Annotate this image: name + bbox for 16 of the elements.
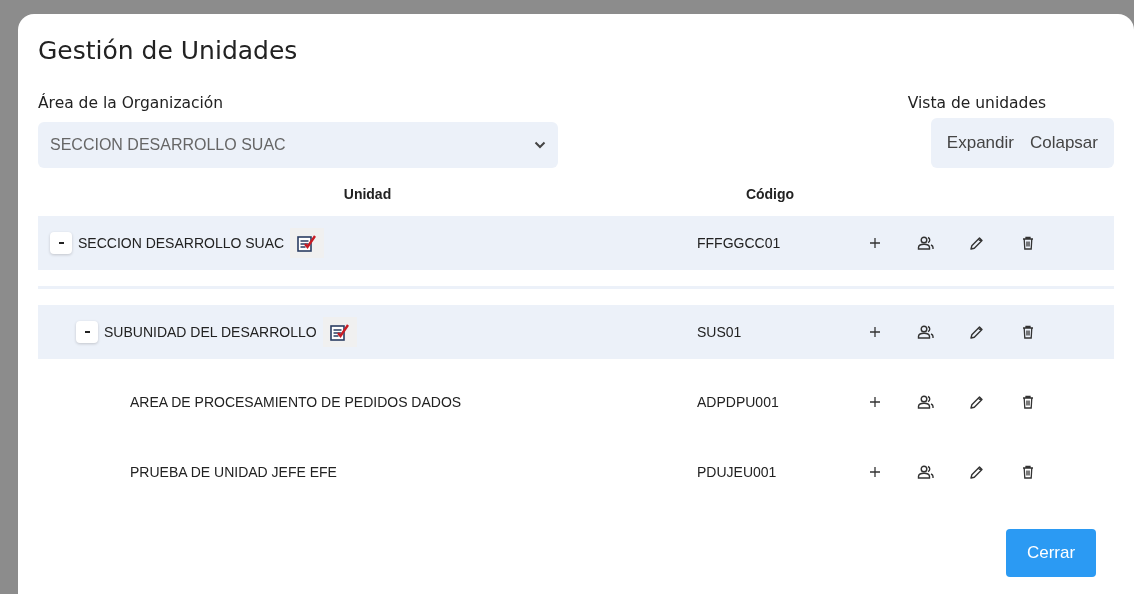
field-label: Área de la Organización [38, 94, 225, 112]
unit-code: FFFGGCC01 [697, 235, 782, 251]
column-header: Código [744, 186, 796, 202]
view-button[interactable]: Colapsar [1021, 123, 1106, 163]
view-button[interactable]: Expandir [938, 123, 1022, 163]
area-dropdown[interactable]: SECCION DESARROLLO SUAC [38, 122, 558, 168]
unit-name: SECCION DESARROLLO SUAC [78, 235, 285, 251]
unit-code: PDUJEU001 [697, 464, 778, 480]
unit-name: PRUEBA DE UNIDAD JEFE EFE [130, 464, 337, 480]
unit-code: SUS01 [697, 324, 743, 340]
unit-code: ADPDPU001 [697, 394, 780, 410]
view-label: Vista de unidades [907, 94, 1046, 112]
unit-name: AREA DE PROCESAMIENTO DE PEDIDOS DADOS [130, 394, 462, 410]
column-header: Unidad [342, 186, 393, 202]
unit-name: SUBUNIDAD DEL DESARROLLO [104, 324, 317, 340]
dialog-title: Gestión de Unidades [38, 35, 298, 67]
